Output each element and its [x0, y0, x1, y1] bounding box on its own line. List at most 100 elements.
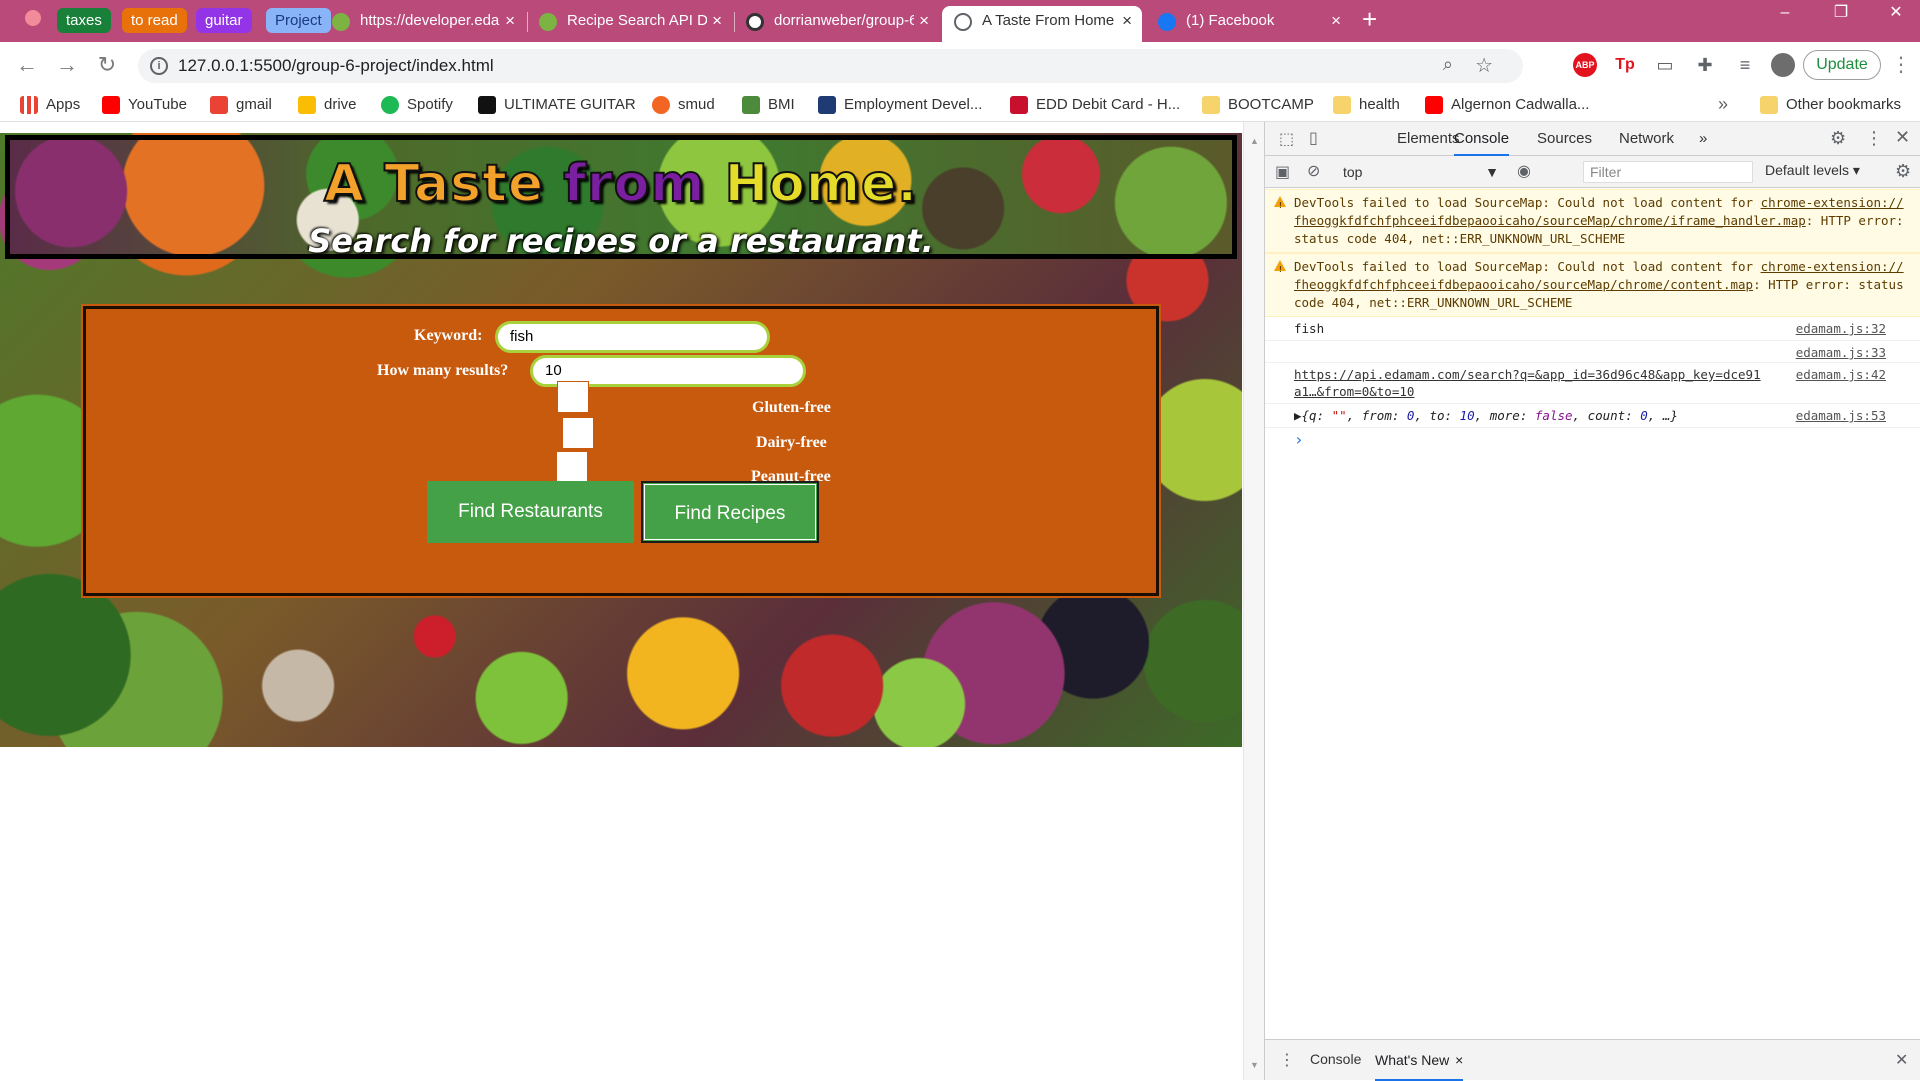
clear-console-icon[interactable]: ⊘ [1307, 161, 1320, 181]
console-object-log[interactable]: ▶{q: "", from: 0, to: 10, more: false, c… [1265, 404, 1920, 428]
url-text[interactable]: 127.0.0.1:5500/group-6-project/index.htm… [178, 49, 494, 83]
restore-button[interactable]: ❐ [1823, 0, 1859, 28]
tab-recipe-api-docs[interactable]: Recipe Search API Docum × [527, 6, 732, 42]
bookmark-algernon[interactable]: Algernon Cadwalla... [1425, 88, 1589, 122]
edamam-favicon-icon [332, 13, 350, 31]
bookmark-health[interactable]: health [1333, 88, 1400, 122]
minimize-button[interactable]: – [1767, 0, 1803, 28]
console-log: https://api.edamam.com/search?q=&app_id=… [1265, 363, 1920, 404]
tab-github[interactable]: dorrianweber/group-6-pr × [734, 6, 939, 42]
media-queue-icon[interactable]: ≡ [1733, 53, 1757, 77]
log-levels-dropdown[interactable]: Default levels ▾ [1765, 162, 1860, 179]
site-info-icon[interactable]: i [150, 57, 168, 75]
new-tab-button[interactable]: + [1362, 4, 1377, 35]
tab-facebook[interactable]: (1) Facebook × [1146, 6, 1351, 42]
tab-a-taste-from-home[interactable]: A Taste From Home × [942, 6, 1142, 42]
console-settings-icon[interactable]: ⚙ [1895, 161, 1911, 182]
profile-dot[interactable] [25, 10, 41, 26]
bookmark-youtube[interactable]: YouTube [102, 88, 187, 122]
globe-icon [954, 13, 972, 31]
adblock-plus-icon[interactable]: ABP [1573, 53, 1597, 77]
close-tab-icon[interactable]: × [919, 6, 929, 36]
bookmark-edd-debit-card[interactable]: EDD Debit Card - H... [1010, 88, 1180, 122]
tp-extension-icon[interactable]: Tp [1613, 53, 1637, 77]
update-button[interactable]: Update [1803, 50, 1881, 80]
address-bar[interactable]: i 127.0.0.1:5500/group-6-project/index.h… [138, 49, 1523, 83]
devtools-tab-sources[interactable]: Sources [1537, 122, 1592, 156]
other-bookmarks[interactable]: Other bookmarks [1760, 88, 1901, 122]
devtools-menu-icon[interactable]: ⋮ [1865, 128, 1883, 149]
back-button[interactable]: ← [12, 50, 42, 80]
devtools-more-tabs[interactable]: » [1699, 122, 1707, 156]
forward-button[interactable]: → [52, 50, 82, 80]
apps-grid-icon [20, 96, 38, 114]
close-tab-icon[interactable]: × [505, 6, 515, 36]
devtools-close-icon[interactable]: ✕ [1895, 127, 1910, 148]
settings-gear-icon[interactable]: ⚙ [1830, 128, 1846, 149]
drawer-close-icon[interactable]: ✕ [1895, 1050, 1908, 1070]
sidebar-toggle-icon[interactable]: ▣ [1275, 162, 1290, 182]
dairy-free-checkbox[interactable] [562, 417, 594, 449]
devtools-tab-bar: ⬚ ▯ Elements Console Sources Network » ⚙… [1265, 122, 1920, 156]
console-log: fish edamam.js:32 [1265, 317, 1920, 341]
live-expression-eye-icon[interactable]: ◉ [1517, 161, 1531, 181]
dairy-free-label: Dairy-free [756, 434, 827, 451]
gluten-free-checkbox[interactable] [557, 381, 589, 413]
peanut-free-checkbox[interactable] [556, 451, 588, 483]
console-messages: DevTools failed to load SourceMap: Could… [1265, 189, 1920, 949]
window-close-button[interactable]: ✕ [1878, 0, 1914, 28]
search-form: Keyword: fish How many results? 10 Glute… [81, 304, 1161, 598]
bookmark-gmail[interactable]: gmail [210, 88, 272, 122]
tab-group-guitar[interactable]: guitar [196, 8, 252, 33]
zoom-icon[interactable]: ⌕ [1443, 54, 1453, 75]
bookmark-bmi[interactable]: BMI [742, 88, 795, 122]
tab-group-taxes[interactable]: taxes [57, 8, 111, 33]
bookmark-spotify[interactable]: Spotify [381, 88, 453, 122]
bookmark-ultimate-guitar[interactable]: ULTIMATE GUITAR [478, 88, 636, 122]
warning-icon [1274, 260, 1286, 279]
close-tab-icon[interactable]: × [1331, 6, 1341, 36]
console-warning: DevTools failed to load SourceMap: Could… [1265, 253, 1920, 317]
devtools-tab-console[interactable]: Console [1454, 122, 1510, 156]
device-toolbar-icon[interactable]: ▯ [1309, 128, 1318, 148]
close-tab-icon[interactable]: × [712, 6, 722, 36]
console-prompt[interactable]: › [1265, 428, 1920, 451]
keyword-input[interactable]: fish [495, 321, 770, 353]
drawer-menu-icon[interactable]: ⋮ [1279, 1050, 1295, 1070]
console-log: edamam.js:33 [1265, 341, 1920, 363]
bookmarks-bar: Apps YouTube gmail drive Spotify ULTIMAT… [0, 88, 1920, 122]
edd-icon [818, 96, 836, 114]
bookmark-apps[interactable]: Apps [20, 88, 80, 122]
devtools-tab-elements[interactable]: Elements [1397, 122, 1460, 156]
bookmark-smud[interactable]: smud [652, 88, 715, 122]
bookmark-star-icon[interactable]: ☆ [1475, 53, 1493, 78]
close-drawer-tab-icon[interactable]: × [1455, 1040, 1463, 1081]
extensions-puzzle-icon[interactable]: ✚ [1693, 53, 1717, 77]
drawer-tab-console[interactable]: Console [1310, 1051, 1361, 1067]
reload-button[interactable]: ↻ [92, 50, 122, 80]
tab-strip: taxes to read guitar Project https://dev… [0, 0, 1920, 42]
devtools-tab-network[interactable]: Network [1619, 122, 1674, 156]
gmail-icon [210, 96, 228, 114]
find-restaurants-button[interactable]: Find Restaurants [427, 481, 634, 543]
console-filter-input[interactable]: Filter [1583, 161, 1753, 183]
page-scrollbar[interactable]: ▲ ▼ [1243, 122, 1264, 1080]
bookmarks-overflow-button[interactable]: » [1718, 94, 1728, 115]
inspect-element-icon[interactable]: ⬚ [1279, 129, 1294, 149]
tab-edamam-dev[interactable]: https://developer.edamam × [320, 6, 525, 42]
profile-avatar[interactable] [1771, 53, 1795, 77]
tab-group-to-read[interactable]: to read [122, 8, 187, 33]
context-selector[interactable]: top ▼ [1337, 161, 1505, 183]
close-tab-icon[interactable]: × [1122, 6, 1132, 36]
bookmark-drive[interactable]: drive [298, 88, 357, 122]
results-count-label: How many results? [377, 362, 509, 379]
bank-of-america-icon [1010, 96, 1028, 114]
bookmark-bootcamp[interactable]: BOOTCAMP [1202, 88, 1314, 122]
devtools-panel: ⬚ ▯ Elements Console Sources Network » ⚙… [1264, 122, 1920, 1081]
menu-kebab-icon[interactable]: ⋮ [1886, 50, 1916, 80]
edamam-favicon-icon [539, 13, 557, 31]
find-recipes-button[interactable]: Find Recipes [641, 481, 819, 543]
bookmark-employment-development[interactable]: Employment Devel... [818, 88, 982, 122]
cast-icon[interactable]: ▭ [1653, 53, 1677, 77]
drawer-tab-whats-new[interactable]: What's New × [1375, 1040, 1464, 1081]
